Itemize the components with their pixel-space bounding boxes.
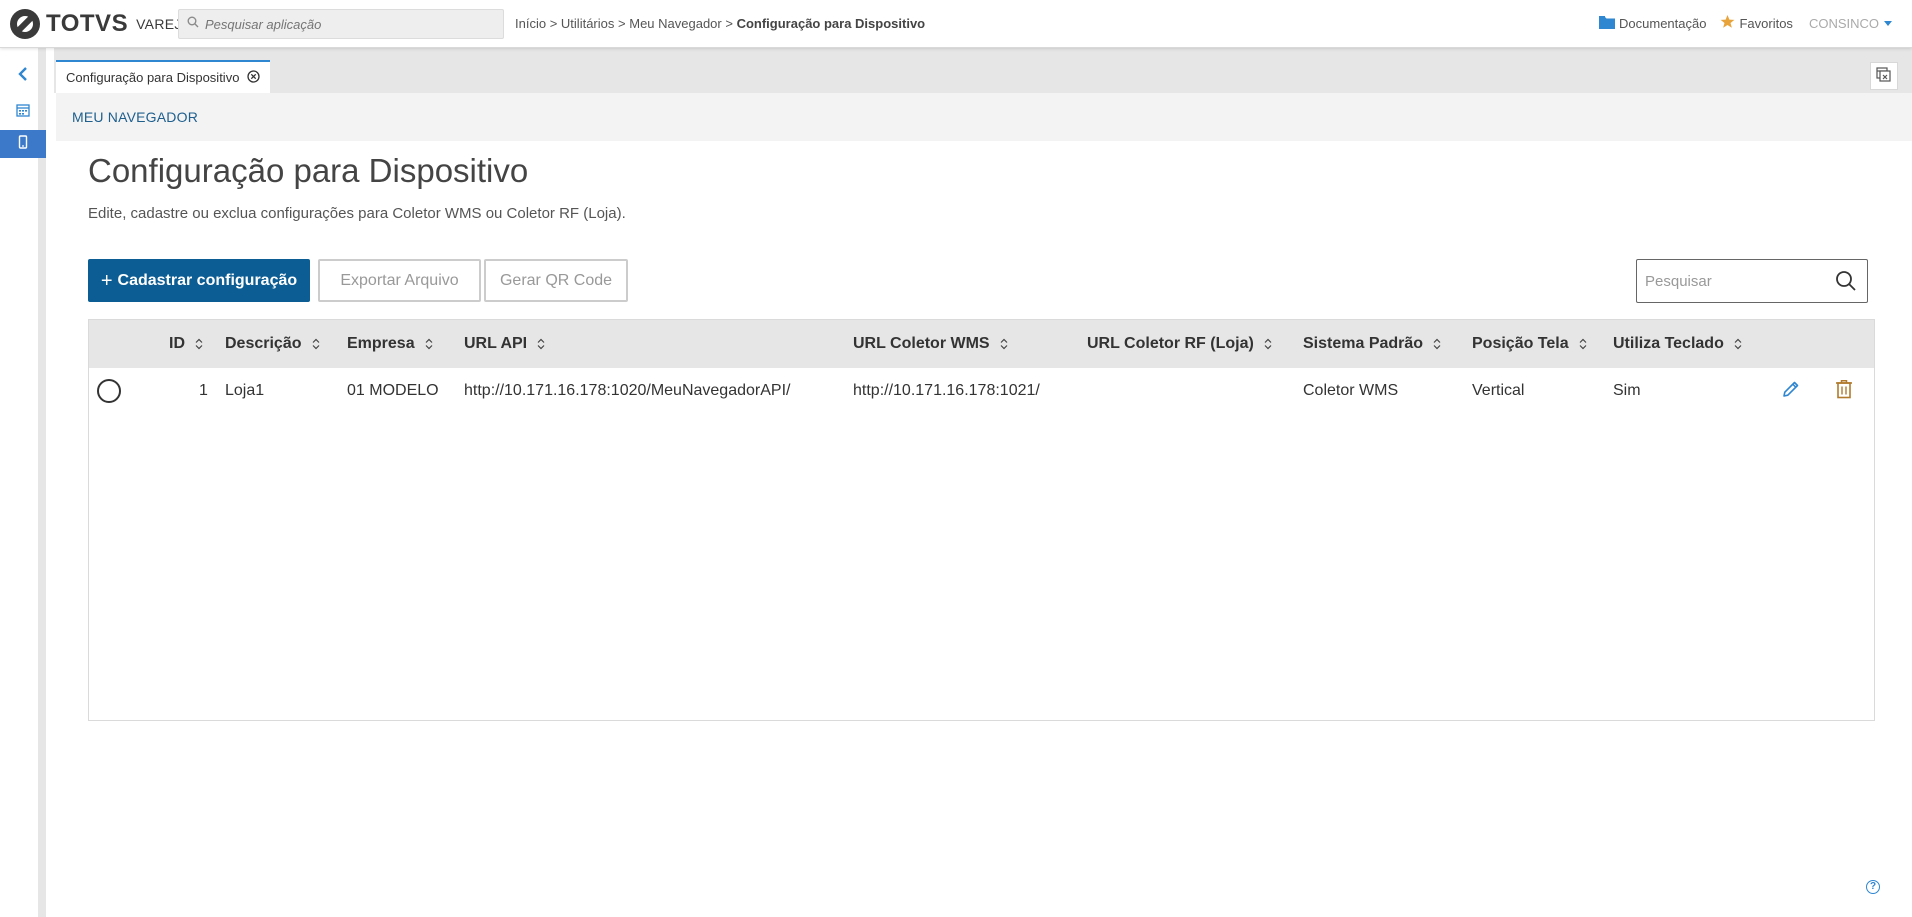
search-icon[interactable] — [1835, 270, 1857, 296]
cell-posicao-tela: Vertical — [1472, 382, 1525, 399]
sort-icon — [537, 338, 545, 350]
column-header-label: URL Coletor RF (Loja) — [1087, 335, 1254, 352]
sort-icon — [425, 338, 433, 350]
plus-icon: + — [100, 269, 113, 292]
totvs-logo-icon — [10, 8, 40, 39]
chevron-left-icon — [17, 66, 29, 86]
add-configuration-label: Cadastrar configuração — [117, 271, 298, 289]
column-header-label: Posição Tela — [1472, 335, 1569, 352]
breadcrumb-separator: > — [549, 16, 558, 31]
documentation-label: Documentação — [1619, 15, 1707, 31]
page-description: Edite, cadastre ou exclua configurações … — [88, 205, 626, 222]
brand-logo[interactable]: TOTVS VAREJO — [10, 8, 193, 39]
sort-icon — [1734, 338, 1742, 350]
page-title: Configuração para Dispositivo — [88, 152, 529, 189]
sort-icon — [312, 338, 320, 350]
column-header-label: URL Coletor WMS — [853, 335, 990, 352]
tab-configuracao-dispositivo[interactable]: Configuração para Dispositivo — [56, 60, 271, 93]
column-header-label: URL API — [464, 335, 528, 352]
breadcrumb-separator: > — [725, 16, 733, 31]
user-menu[interactable]: CONSINCO — [1809, 16, 1892, 31]
row-select-radio[interactable] — [97, 379, 121, 403]
collapse-sidebar-button[interactable] — [0, 62, 46, 90]
documentation-link[interactable]: Documentação — [1599, 15, 1706, 32]
sort-icon — [195, 338, 203, 350]
calendar-icon — [16, 103, 30, 122]
folder-icon — [1599, 15, 1616, 32]
cell-id: 1 — [199, 382, 208, 399]
sort-icon — [1264, 338, 1272, 350]
top-bar: TOTVS VAREJO Início > Utilitários > Meu … — [0, 0, 1912, 48]
sidebar-item-device[interactable] — [0, 130, 46, 158]
column-header-posicao-tela[interactable]: Posição Tela — [1472, 320, 1587, 368]
close-all-tabs-button[interactable] — [1870, 62, 1898, 90]
column-header-label: Utiliza Teclado — [1613, 335, 1724, 352]
cell-utiliza-teclado: Sim — [1613, 382, 1641, 399]
star-icon — [1720, 14, 1735, 32]
app-search-box[interactable] — [178, 9, 504, 39]
breadcrumb-separator: > — [618, 16, 626, 31]
help-icon[interactable]: ? — [1866, 880, 1880, 894]
table-search-input[interactable]: Pesquisar — [1636, 259, 1868, 303]
sidebar-item-calendar[interactable] — [0, 98, 46, 126]
sort-icon — [1000, 338, 1008, 350]
column-header-label: ID — [169, 335, 185, 352]
breadcrumb-item-inicio[interactable]: Início — [515, 16, 546, 31]
user-name: CONSINCO — [1808, 15, 1879, 31]
table-header: ID Descrição Empresa URL API URL Coletor… — [89, 320, 1874, 368]
chevron-down-icon — [1884, 20, 1892, 26]
cell-url-api: http://10.171.16.178:1020/MeuNavegadorAP… — [464, 382, 791, 399]
cell-descricao: Loja1 — [225, 382, 265, 399]
tab-strip: Configuração para Dispositivo — [54, 48, 1912, 93]
export-file-button[interactable]: Exportar Arquivo — [318, 259, 481, 302]
column-header-descricao[interactable]: Descrição — [225, 320, 320, 368]
cell-sistema-padrao: Coletor WMS — [1303, 382, 1399, 399]
cell-url-wms: http://10.171.16.178:1021/ — [853, 382, 1040, 399]
app-search-input[interactable] — [205, 16, 485, 32]
column-header-url-api[interactable]: URL API — [464, 320, 545, 368]
left-sidebar — [0, 48, 46, 917]
column-header-sistema-padrao[interactable]: Sistema Padrão — [1303, 320, 1441, 368]
favorites-link[interactable]: Favoritos — [1720, 14, 1793, 32]
close-windows-icon — [1876, 66, 1892, 87]
sort-icon — [1579, 338, 1587, 350]
breadcrumb-current: Configuração para Dispositivo — [736, 16, 926, 31]
column-header-label: Sistema Padrão — [1303, 335, 1424, 352]
table-search-placeholder: Pesquisar — [1645, 272, 1712, 290]
delete-icon[interactable] — [1835, 379, 1853, 404]
column-header-empresa[interactable]: Empresa — [347, 320, 433, 368]
header-links: Documentação Favoritos CONSINCO — [1585, 14, 1892, 32]
add-configuration-button[interactable]: + Cadastrar configuração — [88, 259, 310, 302]
sort-icon — [1433, 338, 1441, 350]
breadcrumb: Início > Utilitários > Meu Navegador > C… — [515, 16, 925, 31]
search-icon — [187, 15, 199, 33]
favorites-label: Favoritos — [1739, 15, 1793, 31]
column-header-utiliza-teclado[interactable]: Utiliza Teclado — [1613, 320, 1742, 368]
breadcrumb-item-meu-navegador[interactable]: Meu Navegador — [629, 16, 722, 31]
column-header-id[interactable]: ID — [169, 320, 203, 368]
column-header-label: Descrição — [225, 335, 302, 352]
table-row[interactable]: 1 Loja1 01 MODELO http://10.171.16.178:1… — [89, 368, 1874, 414]
column-header-url-rf[interactable]: URL Coletor RF (Loja) — [1087, 320, 1272, 368]
column-header-url-wms[interactable]: URL Coletor WMS — [853, 320, 1008, 368]
edit-icon[interactable] — [1781, 379, 1801, 404]
column-header-label: Empresa — [347, 335, 415, 352]
close-tab-icon[interactable] — [247, 69, 261, 86]
mobile-device-icon — [18, 134, 28, 154]
section-header: MEU NAVEGADOR — [56, 93, 1912, 141]
breadcrumb-item-utilitarios[interactable]: Utilitários — [561, 16, 614, 31]
configurations-table: ID Descrição Empresa URL API URL Coletor… — [88, 319, 1875, 721]
brand-name: TOTVS — [46, 9, 129, 37]
tab-label: Configuração para Dispositivo — [66, 70, 240, 85]
generate-qr-button[interactable]: Gerar QR Code — [484, 259, 628, 302]
cell-empresa: 01 MODELO — [347, 382, 439, 399]
